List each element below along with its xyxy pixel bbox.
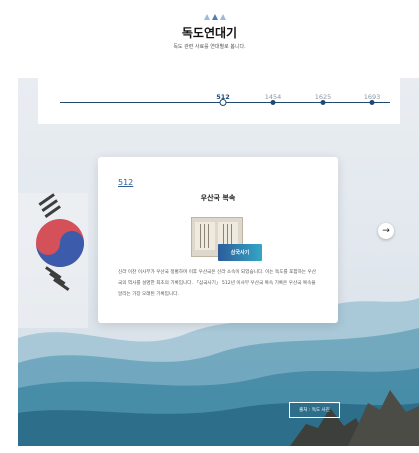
event-description: 신라 이찬 이사부가 우산국 정벌하며 이후 우산국은 신라 소속이 되었습니다… — [118, 270, 316, 297]
event-card: 512 우산국 복속 삼국사기 신라 이찬 이사부가 우산국 정벌하며 이후 우… — [98, 157, 338, 323]
next-button[interactable]: → — [378, 223, 394, 239]
triangles-icon — [204, 14, 226, 20]
timeline-dot-1625[interactable] — [320, 100, 326, 105]
page-title: 독도연대기 — [181, 26, 238, 40]
timeline-dot-512[interactable] — [219, 99, 227, 106]
timeline-panel: 512 1454 1625 1693 — [38, 78, 400, 124]
event-title: 우산국 복속 — [200, 194, 236, 202]
event-year-link[interactable]: 512 — [118, 178, 133, 187]
timeline-dot-1693[interactable] — [369, 100, 375, 105]
page-header: 독도연대기 독도 관련 사료를 연대별로 봅니다. — [0, 0, 419, 70]
korean-flag-graphic — [18, 193, 88, 328]
timeline-dot-1454[interactable] — [270, 100, 276, 105]
arrow-right-icon: → — [382, 226, 390, 236]
source-badge[interactable]: 삼국사기 — [218, 244, 262, 261]
page-subtitle: 독도 관련 사료를 연대별로 봅니다. — [173, 44, 246, 50]
photo-caption: 출처 : 독도 사진 — [289, 402, 340, 418]
